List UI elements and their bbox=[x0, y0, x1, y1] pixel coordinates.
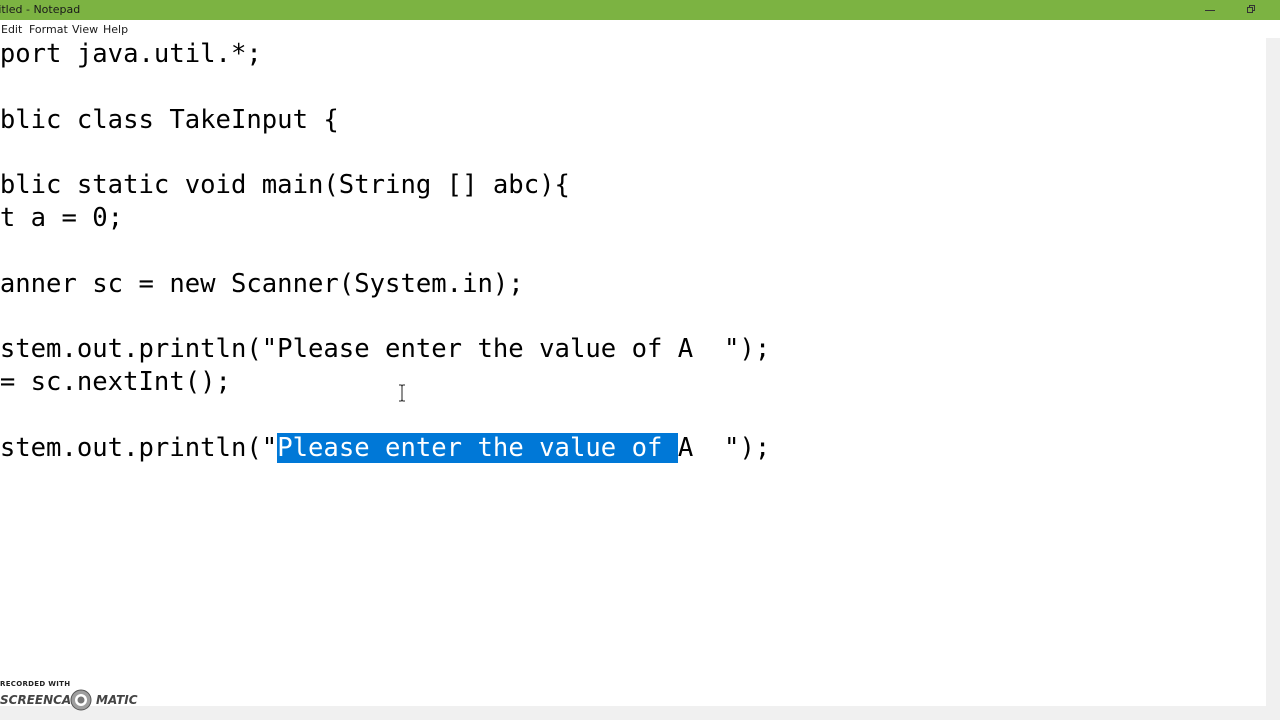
minimize-icon bbox=[1205, 10, 1215, 11]
window-title: titled - Notepad bbox=[0, 3, 81, 16]
code-text-before-selection: System.out.println(" bbox=[0, 432, 278, 463]
restore-icon bbox=[1247, 5, 1255, 13]
menu-view[interactable]: View bbox=[72, 23, 98, 36]
code-line: a = sc.nextInt(); bbox=[0, 366, 231, 397]
text-selection: Please enter the value of bbox=[277, 432, 678, 463]
restore-button[interactable] bbox=[1231, 0, 1271, 20]
menu-help[interactable]: Help bbox=[103, 23, 128, 36]
menu-format[interactable]: Format bbox=[29, 23, 68, 36]
recording-watermark: RECORDED WITH SCREENCAST MATIC bbox=[0, 680, 140, 714]
code-line: import java.util.*; bbox=[0, 39, 262, 69]
vertical-scrollbar[interactable] bbox=[1266, 38, 1280, 706]
code-line-selected: System.out.println("Please enter the val… bbox=[0, 432, 770, 465]
code-text: import java.util.*; public class TakeInpu… bbox=[0, 38, 770, 464]
menu-edit[interactable]: Edit bbox=[1, 23, 22, 36]
status-bar bbox=[0, 706, 1280, 720]
code-line: int a = 0; bbox=[0, 202, 124, 233]
title-bar: titled - Notepad bbox=[0, 0, 1280, 20]
text-editor[interactable]: import java.util.*; public class TakeInpu… bbox=[0, 38, 1266, 706]
watermark-logo-icon bbox=[70, 689, 92, 711]
code-line: public static void main(String [] abc){ bbox=[0, 170, 570, 201]
code-line: System.out.println("Please enter the val… bbox=[0, 334, 771, 365]
minimize-button[interactable] bbox=[1190, 0, 1230, 20]
code-text-after-selection: A "); bbox=[677, 432, 771, 463]
code-line: public class TakeInput { bbox=[0, 104, 339, 135]
menu-bar: Edit Format View Help bbox=[0, 20, 1280, 38]
watermark-brand-right: MATIC bbox=[96, 693, 138, 707]
text-cursor-icon bbox=[399, 384, 405, 402]
code-line: Scanner sc = new Scanner(System.in); bbox=[0, 268, 524, 299]
watermark-caption: RECORDED WITH bbox=[0, 680, 71, 688]
